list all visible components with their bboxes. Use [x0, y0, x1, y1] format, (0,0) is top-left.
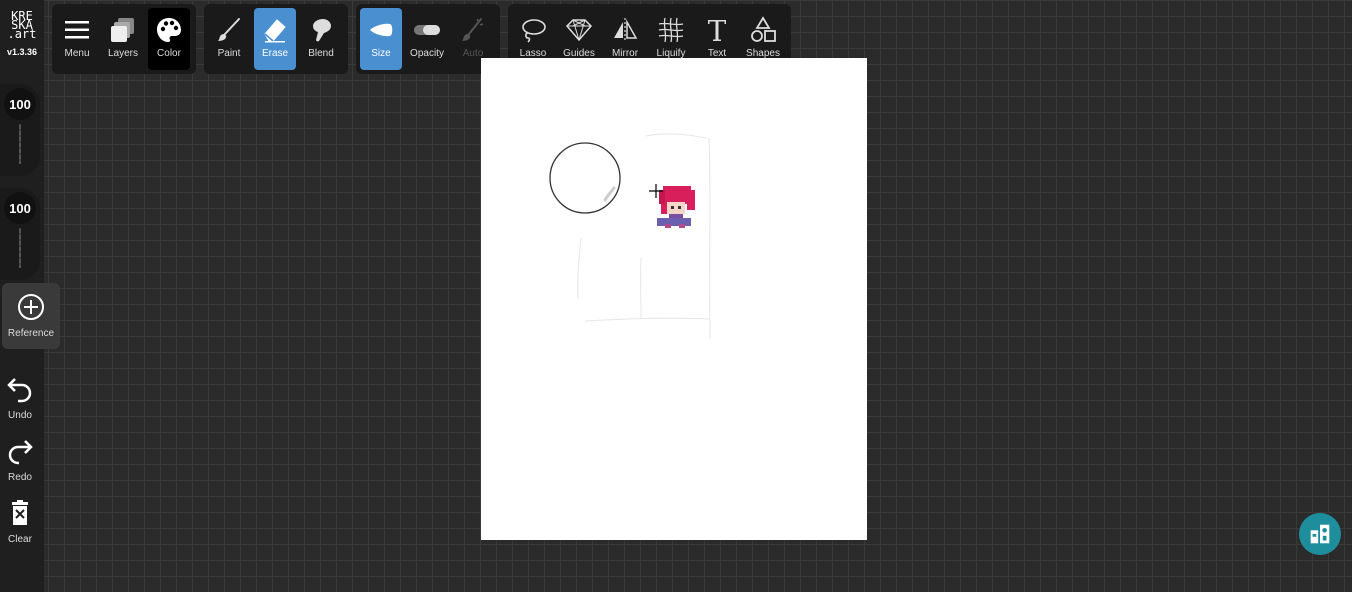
opacity-slider[interactable]: 100: [0, 188, 40, 280]
help-icon: [1310, 524, 1330, 544]
clear-button[interactable]: Clear: [0, 499, 40, 545]
paint-button[interactable]: Paint: [208, 8, 250, 70]
toolbar-brush: Paint Erase Blend: [204, 4, 348, 74]
opacity-button[interactable]: Opacity: [406, 8, 448, 70]
help-button[interactable]: [1299, 513, 1341, 555]
opacity-icon: [414, 25, 440, 35]
app-version: v1.3.36: [6, 47, 38, 57]
canvas-artwork: [549, 133, 711, 339]
size-slider[interactable]: 100: [0, 84, 40, 176]
lasso-icon: [522, 19, 546, 43]
auto-icon: [462, 18, 484, 41]
color-button[interactable]: Color: [148, 8, 190, 70]
size-slider-value[interactable]: 100: [4, 88, 36, 120]
blend-button[interactable]: Blend: [300, 8, 342, 70]
faint-sketch: [577, 133, 711, 339]
palette-icon: [157, 18, 181, 42]
size-icon: [370, 23, 393, 37]
size-slider-track: [19, 124, 21, 164]
blend-icon: [313, 19, 331, 42]
reference-button[interactable]: Reference: [2, 283, 60, 349]
mirror-icon: [614, 18, 638, 42]
drawing-canvas[interactable]: [481, 58, 867, 540]
layers-button[interactable]: Layers: [102, 8, 144, 70]
undo-icon: [7, 378, 32, 403]
size-button[interactable]: Size: [360, 8, 402, 70]
redo-icon: [8, 440, 33, 465]
shapes-icon: [751, 16, 776, 42]
toolbar-settings: Size Opacity Auto: [356, 4, 500, 74]
opacity-slider-track: [19, 228, 21, 268]
app-logo: KRE SKA .art v1.3.36: [0, 0, 44, 66]
pixel-sprite: [657, 186, 695, 228]
hamburger-icon: [65, 21, 89, 39]
text-icon: [708, 20, 726, 41]
logo-wordmark: KRE SKA .art: [7, 9, 37, 41]
undo-button[interactable]: Undo: [0, 375, 40, 421]
opacity-slider-value[interactable]: 100: [4, 192, 36, 224]
menu-button[interactable]: Menu: [56, 8, 98, 70]
liquify-icon: [658, 17, 684, 43]
toolbar-main: Menu Layers Color: [52, 4, 196, 74]
trash-icon: [12, 500, 28, 525]
redo-button[interactable]: Redo: [0, 437, 40, 483]
plus-circle-icon: [18, 294, 44, 320]
brush-icon: [218, 18, 240, 41]
erase-button[interactable]: Erase: [254, 8, 296, 70]
eraser-icon: [264, 19, 286, 43]
guides-icon: [565, 19, 593, 42]
layers-icon: [111, 18, 134, 42]
brush-cursor-circle: [549, 142, 621, 214]
